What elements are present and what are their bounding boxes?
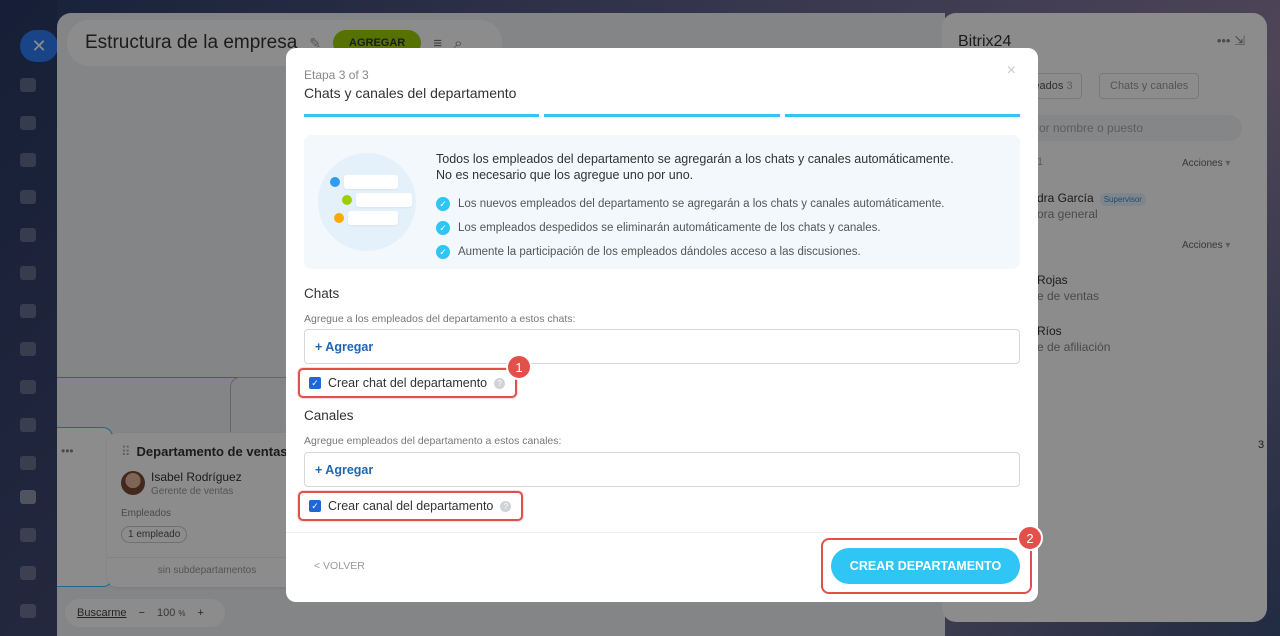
create-button-highlight: CREAR DEPARTAMENTO [821,538,1032,594]
create-department-button[interactable]: CREAR DEPARTAMENTO [831,548,1020,584]
add-channel-link[interactable]: + Agregar [315,463,373,477]
channels-section-title: Canales [304,408,354,423]
check-circle-icon: ✓ [436,221,450,235]
create-channel-label[interactable]: Crear canal del departamento [328,499,493,513]
check-circle-icon: ✓ [436,245,450,259]
info-heading: Todos los empleados del departamento se … [436,152,954,182]
callout-badge-2: 2 [1017,525,1043,551]
help-icon[interactable]: ? [494,377,506,389]
check-circle-icon: ✓ [436,197,450,211]
step-indicator: Etapa 3 of 3 [304,68,369,82]
create-chat-label[interactable]: Crear chat del departamento [328,376,487,390]
channels-section-description: Agregue empleados del departamento a est… [304,435,562,447]
help-icon[interactable]: ? [500,500,512,512]
progress-step-3 [784,114,1020,117]
add-channel-field[interactable]: + Agregar [304,452,1020,487]
progress-step-2 [544,114,780,117]
dialog-footer-divider [286,532,1038,533]
create-department-dialog: Etapa 3 of 3 Chats y canales del departa… [286,48,1043,602]
callout-badge-1: 1 [506,354,532,380]
chat-illustration [318,153,416,251]
dialog-title: Chats y canales del departamento [304,85,517,101]
create-chat-checkbox[interactable]: ✓ [309,377,321,389]
add-chat-link[interactable]: + Agregar [315,340,373,354]
info-bullet: ✓ Aumente la participación de los emplead… [436,240,945,264]
info-bullets: ✓ Los nuevos empleados del departamento s… [436,192,945,264]
create-chat-checkbox-row[interactable]: ✓ Crear chat del departamento ? [298,368,518,398]
progress-bar [304,114,1020,117]
chats-section-description: Agregue a los empleados del departamento… [304,313,576,325]
info-bullet: ✓ Los empleados despedidos se eliminarán … [436,216,945,240]
create-channel-checkbox-row[interactable]: ✓ Crear canal del departamento ? [298,491,524,521]
add-chat-field[interactable]: + Agregar [304,329,1020,364]
info-bullet: ✓ Los nuevos empleados del departamento s… [436,192,945,216]
chats-section-title: Chats [304,286,340,301]
progress-step-1 [304,114,540,117]
create-channel-checkbox[interactable]: ✓ [309,500,321,512]
close-icon[interactable]: × [1007,62,1016,80]
back-button[interactable]: < VOLVER [314,560,365,572]
info-box: Todos los empleados del departamento se … [304,135,1020,269]
